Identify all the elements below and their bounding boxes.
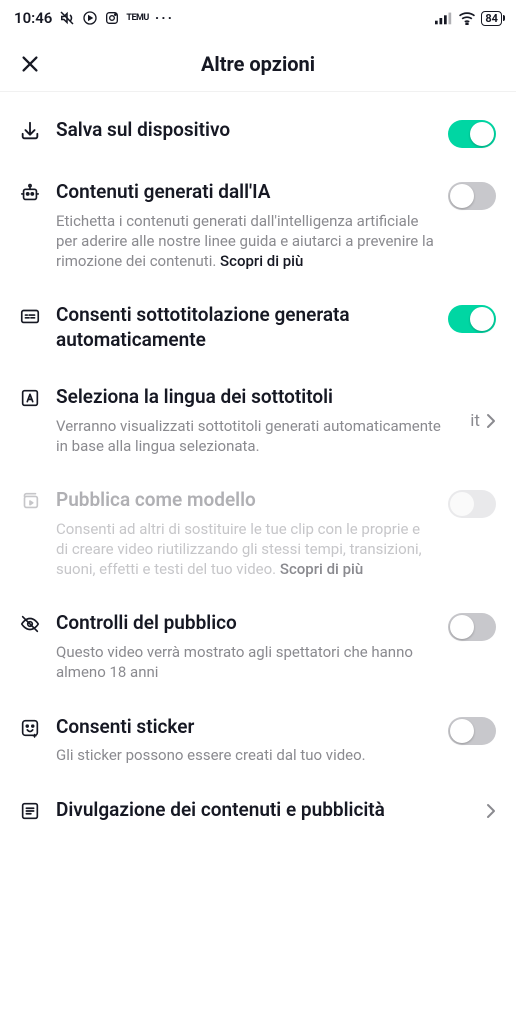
row-desc: Etichetta i contenuti generati dall'inte… [56,211,434,272]
learn-more-link[interactable]: Scopri di più [280,560,363,578]
row-title: Divulgazione dei contenuti e pubblicità [56,798,472,823]
auto-captions-toggle[interactable] [448,305,496,333]
row-title: Consenti sottotitolazione generata autom… [56,303,434,352]
header: Altre opzioni [0,36,516,92]
row-desc: Gli sticker possono essere creati dal tu… [56,745,434,765]
more-dots-icon: ··· [155,9,174,27]
language-icon [18,385,42,409]
row-title: Salva sul dispositivo [56,118,434,143]
wifi-icon [458,11,476,25]
row-save-device: Salva sul dispositivo [0,102,516,164]
row-ai-content: Contenuti generati dall'IA Etichetta i c… [0,164,516,287]
row-content-disclosure[interactable]: Divulgazione dei contenuti e pubblicità [0,782,516,839]
eye-off-icon [18,611,42,635]
signal-icon [435,11,453,25]
template-toggle [448,490,496,518]
close-button[interactable] [18,52,42,76]
row-audience-controls: Controlli del pubblico Questo video verr… [0,595,516,698]
save-toggle[interactable] [448,120,496,148]
row-desc: Consenti ad altri di sostituire le tue c… [56,519,434,580]
status-time: 10:46 [14,9,52,27]
row-title: Seleziona la lingua dei sottotitoli [56,385,456,410]
learn-more-link[interactable]: Scopri di più [220,252,303,270]
captions-icon [18,303,42,327]
row-auto-captions: Consenti sottotitolazione generata autom… [0,287,516,368]
options-list: Salva sul dispositivo Contenuti generati… [0,92,516,838]
status-bar: 10:46 TEMU ··· 84 [0,0,516,36]
ai-content-toggle[interactable] [448,182,496,210]
audience-toggle[interactable] [448,613,496,641]
row-desc: Questo video verrà mostrato agli spettat… [56,642,434,683]
circle-play-icon [82,10,98,26]
row-caption-language[interactable]: Seleziona la lingua dei sottotitoli Verr… [0,369,516,472]
row-title: Consenti sticker [56,715,434,740]
mute-icon [58,9,76,27]
chevron-right-icon [486,803,496,819]
row-title: Contenuti generati dall'IA [56,180,434,205]
row-title: Pubblica come modello [56,488,434,513]
app-badge-icon: TEMU [126,13,148,23]
row-desc: Verranno visualizzati sottotitoli genera… [56,416,456,457]
row-allow-sticker: Consenti sticker Gli sticker possono ess… [0,699,516,782]
chevron-right-icon [486,413,496,429]
template-icon [18,488,42,512]
page-title: Altre opzioni [0,52,516,76]
robot-icon [18,180,42,204]
row-title: Controlli del pubblico [56,611,434,636]
language-value: it [470,411,480,431]
download-icon [18,118,42,142]
sticker-toggle[interactable] [448,717,496,745]
row-publish-template: Pubblica come modello Consenti ad altri … [0,472,516,595]
instagram-icon [104,10,120,26]
battery-icon: 84 [481,11,502,26]
disclosure-icon [18,798,42,822]
sticker-icon [18,715,42,739]
